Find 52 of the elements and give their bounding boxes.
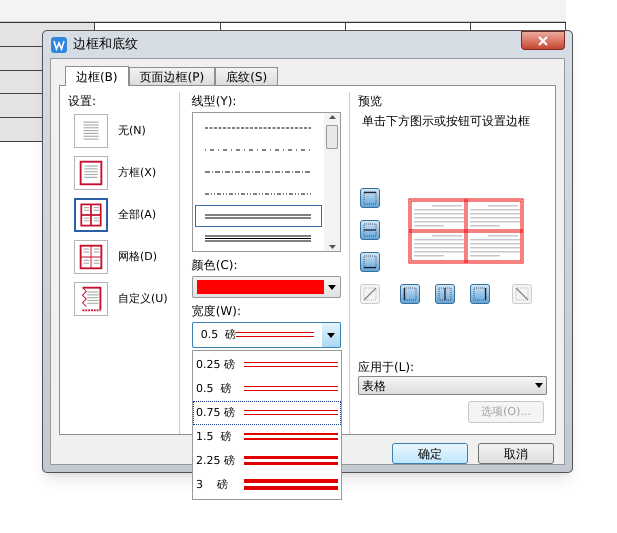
setting-label: 全部(A) xyxy=(118,206,156,223)
setting-label: 网格(D) xyxy=(118,248,158,265)
apply-to-dropdown[interactable]: 表格 xyxy=(358,376,547,395)
dropdown-arrow-icon xyxy=(535,383,543,388)
tab[interactable]: 页面边框(P) xyxy=(128,67,216,85)
top-border-button[interactable] xyxy=(360,188,380,208)
tab[interactable]: 边框(B) xyxy=(65,66,129,86)
right-border-button[interactable] xyxy=(470,284,490,304)
setting-option[interactable] xyxy=(74,282,108,316)
setting-option[interactable] xyxy=(74,240,108,274)
setting-option[interactable] xyxy=(74,156,108,190)
tab[interactable]: 底纹(S) xyxy=(215,67,278,85)
width-dropdown[interactable]: 0.5 磅 xyxy=(192,322,341,348)
section-label: 颜色(C): xyxy=(192,257,239,274)
section-label: 应用于(L): xyxy=(358,359,416,376)
width-value: 0.5 磅 xyxy=(200,326,236,343)
color-dropdown[interactable] xyxy=(192,276,341,298)
setting-label: 自定义(U) xyxy=(118,290,168,307)
window-title: 边框和底纹 xyxy=(73,36,138,54)
line-style-option[interactable] xyxy=(194,205,322,227)
setting-label: 方框(X) xyxy=(118,164,156,181)
preview-hint: 单击下方图示或按钮可设置边框 xyxy=(361,113,531,130)
section-label: 设置: xyxy=(68,93,98,110)
dropdown-arrow-icon xyxy=(327,332,335,338)
close-icon xyxy=(538,36,548,46)
scrollbar[interactable] xyxy=(324,113,340,251)
scroll-down-icon xyxy=(328,245,336,249)
diagonal-down-border-button[interactable] xyxy=(512,284,532,304)
diagonal-up-border-button[interactable] xyxy=(360,284,380,304)
scroll-thumb[interactable] xyxy=(326,125,338,149)
section-label: 宽度(W): xyxy=(192,303,242,320)
setting-option[interactable] xyxy=(74,198,108,232)
width-option[interactable]: 1.5 磅 xyxy=(193,425,341,449)
dropdown-arrow-icon xyxy=(328,284,336,290)
cancel-button[interactable]: 取消 xyxy=(478,443,554,464)
width-option[interactable]: 0.75 磅 xyxy=(193,401,341,425)
app-logo-icon xyxy=(51,36,67,52)
width-option[interactable]: 2.25 磅 xyxy=(193,449,341,473)
bottom-border-button[interactable] xyxy=(360,252,380,272)
inner-vertical-border-button[interactable] xyxy=(435,284,455,304)
width-option[interactable]: 0.25 磅 xyxy=(193,353,341,377)
setting-label: 无(N) xyxy=(118,122,146,139)
width-option[interactable]: 0.5 磅 xyxy=(193,377,341,401)
section-label: 预览 xyxy=(358,93,383,110)
width-option[interactable]: 3 磅 xyxy=(193,473,341,497)
line-style-list[interactable] xyxy=(192,112,341,252)
close-button[interactable] xyxy=(521,31,565,50)
inner-horizontal-border-button[interactable] xyxy=(360,220,380,240)
ok-button[interactable]: 确定 xyxy=(392,443,468,464)
scroll-up-icon xyxy=(328,115,336,119)
section-label: 线型(Y): xyxy=(192,93,238,110)
left-border-button[interactable] xyxy=(400,284,420,304)
